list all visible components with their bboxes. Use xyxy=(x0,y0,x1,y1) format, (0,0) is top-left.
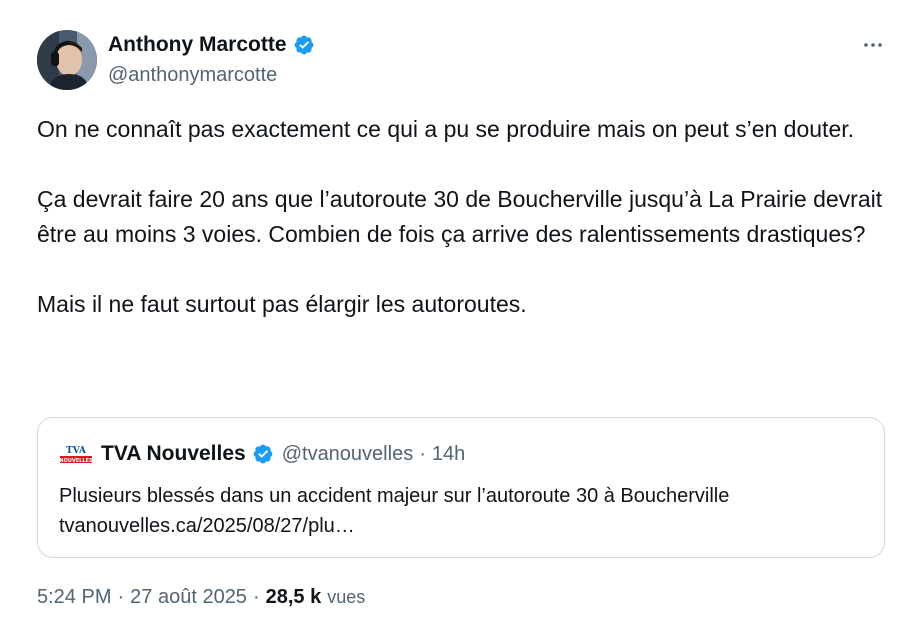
more-horizontal-icon xyxy=(864,43,882,47)
quoted-tweet-card[interactable]: TVA NOUVELLES TVA Nouvelles @tvanouvelle… xyxy=(37,417,885,558)
tweet-date[interactable]: 27 août 2025 xyxy=(130,586,247,609)
author-name-row: Anthony Marcotte xyxy=(108,31,315,59)
author-avatar[interactable] xyxy=(37,30,97,90)
tweet-paragraph: Ça devrait faire 20 ans que l’autoroute … xyxy=(37,186,883,247)
quoted-separator: · xyxy=(419,442,426,465)
svg-text:NOUVELLES: NOUVELLES xyxy=(59,458,93,464)
verified-badge-icon xyxy=(253,444,273,464)
meta-separator: · xyxy=(252,586,260,608)
tva-nouvelles-logo: TVA NOUVELLES xyxy=(59,443,93,465)
tweet-paragraph: On ne connaît pas exactement ce qui a pu… xyxy=(37,116,855,142)
quoted-author-name: TVA Nouvelles xyxy=(101,442,246,465)
quoted-text-line: Plusieurs blessés dans un accident majeu… xyxy=(59,485,730,507)
quoted-tweet-text: Plusieurs blessés dans un accident majeu… xyxy=(59,481,869,541)
verified-badge-icon xyxy=(294,35,313,55)
quoted-timestamp: 14h xyxy=(431,442,466,465)
tweet-paragraph: Mais il ne faut surtout pas élargir les … xyxy=(37,291,527,317)
quoted-author-handle: @tvanouvelles xyxy=(281,442,414,465)
quoted-link[interactable]: tvanouvelles.ca/2025/08/27/plu… xyxy=(59,511,869,541)
views-count: 28,5 k xyxy=(265,586,322,608)
tva-logo-icon: TVA NOUVELLES xyxy=(59,446,93,464)
tweet-meta: 5:24 PM · 27 août 2025 · 28,5 k vues xyxy=(37,586,365,614)
author-name[interactable]: Anthony Marcotte xyxy=(108,31,287,59)
tweet: Anthony Marcotte @anthonymarcotte On ne … xyxy=(0,0,906,638)
more-options-button[interactable] xyxy=(855,33,891,57)
avatar-photo xyxy=(37,30,97,90)
quoted-tweet-header: TVA NOUVELLES TVA Nouvelles @tvanouvelle… xyxy=(59,440,465,468)
meta-separator: · xyxy=(117,586,125,608)
svg-text:TVA: TVA xyxy=(66,446,87,456)
tweet-time[interactable]: 5:24 PM xyxy=(37,586,111,609)
tweet-text: On ne connaît pas exactement ce qui a pu… xyxy=(37,112,887,322)
views-label: vues xyxy=(327,587,366,607)
author-handle[interactable]: @anthonymarcotte xyxy=(108,62,277,88)
